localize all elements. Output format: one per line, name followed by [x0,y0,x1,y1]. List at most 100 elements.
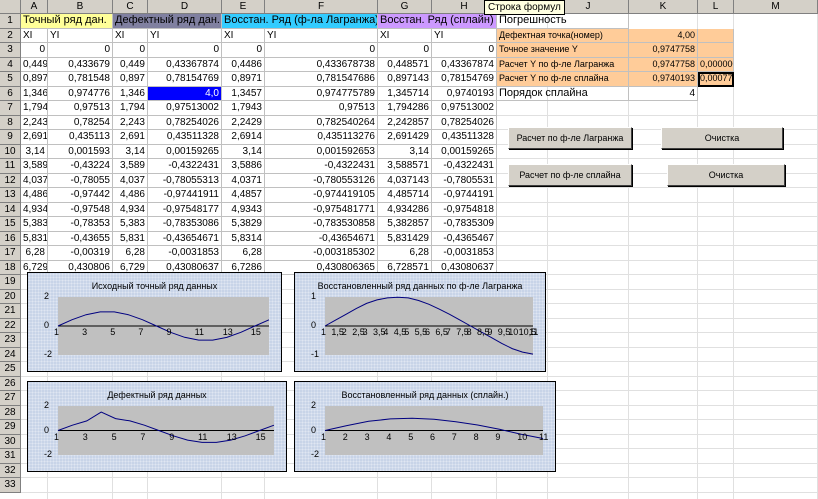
data-cell[interactable]: 5,831 [113,231,148,246]
data-cell[interactable]: 2,691429 [378,130,432,145]
column-header[interactable]: K [629,0,698,14]
data-cell[interactable]: 0,974776 [48,86,113,101]
data-cell[interactable]: 0,433679 [48,57,113,72]
data-cell[interactable]: 0,433678738 [265,57,378,72]
data-cell[interactable]: 4,4857 [222,188,265,203]
data-cell[interactable]: 6,28 [222,246,265,261]
data-cell[interactable]: 4,934 [113,202,148,217]
column-header[interactable]: E [222,0,265,14]
data-cell[interactable]: 0,897 [113,72,148,87]
data-cell[interactable]: 2,242857 [378,115,432,130]
error-extra[interactable]: 0,000776073732 [698,72,734,87]
row-header[interactable]: 27 [0,391,21,406]
data-cell[interactable]: 0,78254 [48,115,113,130]
row-header[interactable]: 5 [0,72,21,87]
row-header[interactable]: 11 [0,159,21,174]
row-header[interactable]: 17 [0,246,21,261]
error-value[interactable]: 0,9747758 [629,43,698,58]
data-cell[interactable]: 0,43367874 [148,57,222,72]
row-header[interactable]: 20 [0,289,21,304]
data-cell[interactable]: -0,00319 [48,246,113,261]
data-cell[interactable]: 1,346 [21,86,48,101]
data-cell[interactable]: 0,97513002 [432,101,497,116]
data-cell[interactable]: 0,78154769 [432,72,497,87]
row-header[interactable]: 32 [0,463,21,478]
row-header[interactable]: 12 [0,173,21,188]
data-cell[interactable]: 0 [21,43,48,58]
data-cell[interactable]: 4,934 [21,202,48,217]
data-cell[interactable]: 0,8971 [222,72,265,87]
data-cell[interactable]: 2,691 [21,130,48,145]
data-cell[interactable]: 0 [148,43,222,58]
data-cell[interactable]: 0 [378,43,432,58]
data-cell[interactable]: 0,00159265 [432,144,497,159]
data-cell[interactable]: 0,78254026 [148,115,222,130]
data-cell[interactable]: -0,974419105 [265,188,378,203]
data-cell[interactable]: 0,97513002 [148,101,222,116]
data-cell[interactable]: 4,485714 [378,188,432,203]
defect-cell-selected[interactable]: 4,0 [148,86,222,101]
data-cell[interactable]: 5,382857 [378,217,432,232]
data-cell[interactable]: -0,9744191 [432,188,497,203]
row-header[interactable]: 24 [0,347,21,362]
data-cell[interactable]: -0,43655 [48,231,113,246]
data-cell[interactable]: -0,78055313 [148,173,222,188]
data-cell[interactable]: 0,43367874 [432,57,497,72]
data-cell[interactable]: -0,783530858 [265,217,378,232]
data-cell[interactable]: 4,037 [21,173,48,188]
data-cell[interactable]: -0,43654671 [265,231,378,246]
row-header[interactable]: 30 [0,434,21,449]
data-cell[interactable]: -0,0031853 [148,246,222,261]
data-cell[interactable]: 0,897 [21,72,48,87]
data-cell[interactable]: 6,28 [21,246,48,261]
chart-spline[interactable]: Восстановленный ряд данных (сплайн.) 2 0 -2… [294,381,556,472]
data-cell[interactable]: 3,589 [113,159,148,174]
row-header[interactable]: 25 [0,362,21,377]
data-cell[interactable]: 0,001593 [48,144,113,159]
data-cell[interactable]: -0,0031853 [432,246,497,261]
data-cell[interactable]: 0,974775789 [265,86,378,101]
data-cell[interactable]: 0,97513 [265,101,378,116]
data-cell[interactable]: -0,78055 [48,173,113,188]
subheader-cell[interactable]: XI [21,28,48,43]
select-all-corner[interactable] [0,0,21,14]
data-cell[interactable]: 0,448571 [378,57,432,72]
column-header[interactable]: G [378,0,432,14]
data-cell[interactable]: 0,43511328 [432,130,497,145]
data-cell[interactable]: 4,934286 [378,202,432,217]
data-cell[interactable]: 0,435113276 [265,130,378,145]
calc-lagrange-button[interactable]: Расчет по ф-ле Лагранжа [508,127,632,149]
data-cell[interactable]: -0,97442 [48,188,113,203]
data-cell[interactable]: 0,449 [113,57,148,72]
error-value[interactable]: 4,00 [629,28,698,43]
row-header[interactable]: 18 [0,260,21,275]
series-header[interactable]: Точный ряд дан. [21,14,113,29]
data-cell[interactable]: 1,3457 [222,86,265,101]
data-cell[interactable]: 0,00159265 [148,144,222,159]
data-cell[interactable]: 6,28 [378,246,432,261]
row-header[interactable]: 15 [0,217,21,232]
data-cell[interactable]: 3,588571 [378,159,432,174]
data-cell[interactable]: -0,78353 [48,217,113,232]
subheader-cell[interactable]: XI [378,28,432,43]
data-cell[interactable]: -0,97441911 [148,188,222,203]
error-extra[interactable]: 0,000000012 [698,57,734,72]
data-cell[interactable]: 0,435113 [48,130,113,145]
column-header[interactable]: C [113,0,148,14]
data-cell[interactable]: -0,4365467 [432,231,497,246]
data-cell[interactable]: 0 [113,43,148,58]
data-cell[interactable]: -0,4322431 [265,159,378,174]
data-cell[interactable]: 0,97513 [48,101,113,116]
row-header[interactable]: 31 [0,449,21,464]
column-header[interactable]: F [265,0,378,14]
row-header[interactable]: 14 [0,202,21,217]
data-cell[interactable]: -0,003185302 [265,246,378,261]
series-header[interactable]: Восстан. Ряд (ф-ла Лагранжа) [222,14,378,29]
data-cell[interactable]: 4,486 [21,188,48,203]
row-header[interactable]: 23 [0,333,21,348]
data-cell[interactable]: -0,9754818 [432,202,497,217]
row-header[interactable]: 21 [0,304,21,319]
column-header[interactable]: B [48,0,113,14]
chart-exact[interactable]: Исходный точный ряд данных 2 0 -2 1 3 5 7 9 11 13 1… [27,272,282,372]
row-header[interactable]: 29 [0,420,21,435]
